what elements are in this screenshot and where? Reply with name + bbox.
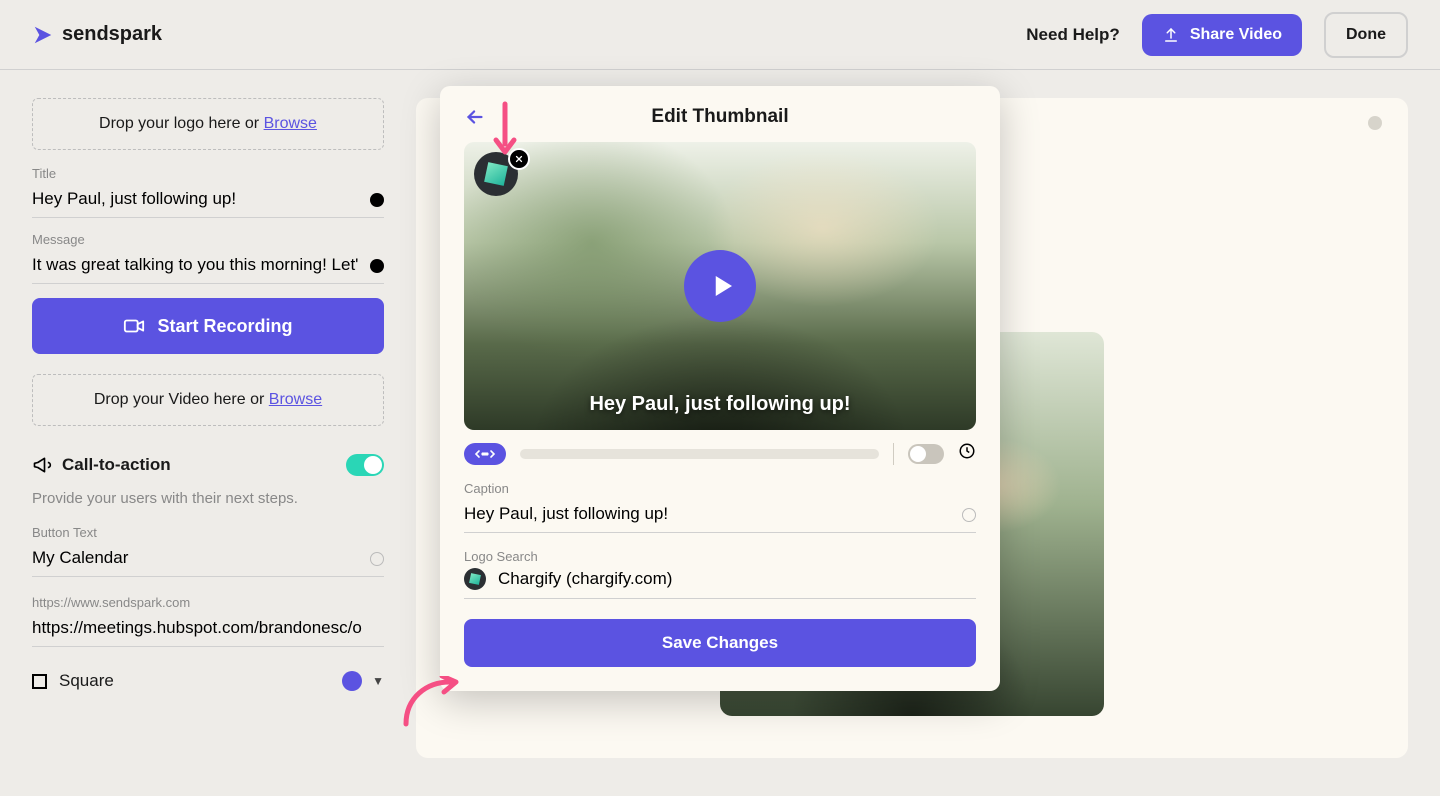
logo-browse-link[interactable]: Browse bbox=[264, 115, 317, 132]
cta-subtitle: Provide your users with their next steps… bbox=[32, 490, 384, 507]
video-drop-text: Drop your Video here or bbox=[94, 391, 269, 408]
cta-header: Call-to-action bbox=[32, 454, 384, 476]
video-dropzone[interactable]: Drop your Video here or Browse bbox=[32, 374, 384, 426]
remove-logo-button[interactable] bbox=[508, 148, 530, 170]
button-text-input[interactable] bbox=[32, 542, 384, 577]
camera-icon bbox=[123, 315, 145, 337]
thumbnail-caption-overlay: Hey Paul, just following up! bbox=[464, 393, 976, 416]
modal-title: Edit Thumbnail bbox=[651, 106, 788, 128]
share-video-label: Share Video bbox=[1190, 26, 1282, 44]
url-field-wrap bbox=[32, 612, 384, 647]
url-input[interactable] bbox=[32, 612, 384, 647]
megaphone-icon bbox=[32, 455, 52, 475]
caption-label: Caption bbox=[464, 481, 976, 496]
back-arrow-icon[interactable] bbox=[464, 106, 486, 133]
play-button[interactable] bbox=[684, 250, 756, 322]
preview-ai-dot-icon[interactable] bbox=[1368, 116, 1382, 130]
message-variable-dot-icon[interactable] bbox=[370, 259, 384, 273]
button-text-field-wrap bbox=[32, 542, 384, 577]
divider bbox=[893, 443, 894, 465]
cta-title-wrap: Call-to-action bbox=[32, 455, 171, 475]
share-video-button[interactable]: Share Video bbox=[1142, 14, 1302, 56]
done-label: Done bbox=[1346, 26, 1386, 44]
cta-toggle[interactable] bbox=[346, 454, 384, 476]
edit-thumbnail-modal: Edit Thumbnail Hey Paul, just following … bbox=[440, 86, 1000, 691]
topbar: sendspark Need Help? Share Video Done bbox=[0, 0, 1440, 70]
video-browse-link[interactable]: Browse bbox=[269, 391, 322, 408]
shape-label: Square bbox=[59, 671, 114, 691]
message-input[interactable] bbox=[32, 249, 384, 284]
shape-selector[interactable]: Square ▼ bbox=[32, 671, 384, 691]
logo-search-field bbox=[464, 568, 976, 599]
message-field-wrap bbox=[32, 249, 384, 284]
title-field-wrap bbox=[32, 183, 384, 218]
color-swatch[interactable] bbox=[342, 671, 362, 691]
help-link[interactable]: Need Help? bbox=[1026, 25, 1120, 45]
sendspark-logo-icon bbox=[32, 24, 54, 46]
logo-search-input[interactable] bbox=[496, 568, 976, 590]
caption-input[interactable] bbox=[464, 498, 976, 533]
topbar-right: Need Help? Share Video Done bbox=[1026, 12, 1408, 58]
done-button[interactable]: Done bbox=[1324, 12, 1408, 58]
caption-field-wrap bbox=[464, 498, 976, 533]
chargify-logo-icon bbox=[484, 162, 508, 186]
gif-toggle[interactable] bbox=[908, 444, 944, 464]
url-label: https://www.sendspark.com bbox=[32, 595, 384, 610]
logo-dropzone[interactable]: Drop your logo here or Browse bbox=[32, 98, 384, 150]
square-shape-icon bbox=[32, 674, 47, 689]
logo-search-label: Logo Search bbox=[464, 549, 976, 564]
logo-drop-text: Drop your logo here or bbox=[99, 115, 264, 132]
logo-search-result-icon bbox=[464, 568, 486, 590]
button-text-variable-dot-icon[interactable] bbox=[370, 552, 384, 566]
sidebar: Drop your logo here or Browse Title Mess… bbox=[0, 70, 416, 796]
chevron-down-icon[interactable]: ▼ bbox=[372, 674, 384, 688]
share-icon bbox=[1162, 26, 1180, 44]
caption-variable-dot-icon[interactable] bbox=[962, 508, 976, 522]
brand: sendspark bbox=[32, 23, 162, 46]
start-recording-button[interactable]: Start Recording bbox=[32, 298, 384, 354]
scrubber-row bbox=[464, 442, 976, 465]
save-changes-label: Save Changes bbox=[662, 633, 778, 653]
brand-name: sendspark bbox=[62, 23, 162, 46]
modal-header: Edit Thumbnail bbox=[464, 106, 976, 128]
button-text-label: Button Text bbox=[32, 525, 384, 540]
cta-title: Call-to-action bbox=[62, 455, 171, 475]
start-recording-label: Start Recording bbox=[157, 316, 292, 337]
title-label: Title bbox=[32, 166, 384, 181]
clock-icon[interactable] bbox=[958, 442, 976, 465]
frame-scrubber-track[interactable] bbox=[520, 449, 879, 459]
title-input[interactable] bbox=[32, 183, 384, 218]
frame-scrubber-handle[interactable] bbox=[464, 443, 506, 465]
title-variable-dot-icon[interactable] bbox=[370, 193, 384, 207]
save-changes-button[interactable]: Save Changes bbox=[464, 619, 976, 667]
thumbnail-preview: Hey Paul, just following up! bbox=[464, 142, 976, 430]
message-label: Message bbox=[32, 232, 384, 247]
